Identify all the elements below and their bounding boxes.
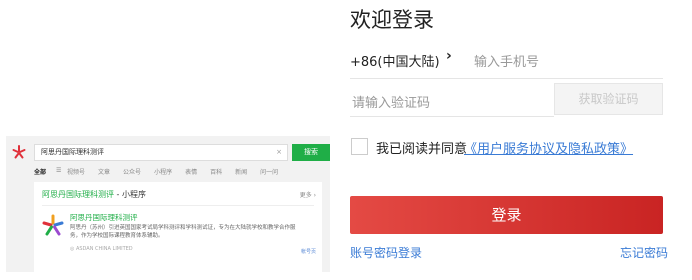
search-input[interactable]: 阿思丹国际理科测评 × (34, 144, 288, 161)
tab-ask[interactable]: 问一问 (260, 167, 278, 176)
tab-encyclopedia[interactable]: 百科 (210, 167, 222, 176)
card-title-text: 阿思丹国际理科测评 (42, 190, 114, 199)
tab-stickers[interactable]: 表情 (185, 167, 197, 176)
login-button[interactable]: 登录 (350, 196, 663, 234)
search-app-logo-icon (12, 145, 26, 159)
country-code-selector[interactable]: +86(中国大陆) (350, 51, 440, 70)
card-title[interactable]: 阿思丹国际理科测评 - 小程序 (42, 189, 146, 200)
divider (42, 205, 314, 206)
app-description: 阿思丹（苏州）引进英国国家考试局学科测评和学科测试证，专为在大陆就学校和教学合作… (70, 225, 296, 239)
phone-input[interactable]: 输入手机号 (474, 51, 539, 70)
get-code-button[interactable]: 获取验证码 (554, 83, 663, 115)
chevron-right-icon[interactable]: › (446, 48, 452, 64)
search-button[interactable]: 搜索 (292, 144, 330, 161)
password-login-link[interactable]: 账号密码登录 (350, 244, 422, 261)
company-name: ASDAN CHINA LIMITED (75, 246, 133, 252)
filter-icon[interactable]: ☰ (56, 167, 61, 174)
search-tabs: 全部 视频号 文章 公众号 小程序 表情 百科 新闻 问一问 (34, 167, 291, 176)
verification-code-input[interactable]: 请输入验证码 (352, 92, 430, 111)
tab-mini-programs[interactable]: 小程序 (154, 167, 172, 176)
clear-icon[interactable]: × (276, 145, 282, 160)
divider (350, 116, 554, 117)
tab-channels[interactable]: 视频号 (67, 167, 85, 176)
agree-checkbox[interactable] (351, 138, 368, 155)
card-title-suffix: - 小程序 (114, 190, 146, 199)
terms-link[interactable]: 《用户服务协议及隐私政策》 (464, 138, 633, 157)
tab-articles[interactable]: 文章 (98, 167, 110, 176)
tab-official-accounts[interactable]: 公众号 (123, 167, 141, 176)
search-result-thumbnail: 阿思丹国际理科测评 × 搜索 全部 视频号 文章 公众号 小程序 表情 百科 新… (6, 136, 330, 272)
mini-program-card[interactable]: 阿思丹国际理科测评 - 小程序 更多 › 阿思丹国际理科测评 阿思丹（苏州）引进… (34, 182, 322, 272)
agree-text: 我已阅读并同意 (376, 142, 468, 157)
app-tag[interactable]: 帐号页 (301, 248, 316, 255)
asdan-logo-icon (42, 214, 64, 236)
tab-news[interactable]: 新闻 (235, 167, 247, 176)
search-query: 阿思丹国际理科测评 (41, 148, 104, 156)
app-name[interactable]: 阿思丹国际理科测评 (70, 212, 138, 223)
tab-all[interactable]: 全部 (34, 167, 46, 176)
more-link[interactable]: 更多 › (300, 190, 316, 199)
app-company: ◎ ASDAN CHINA LIMITED (70, 246, 133, 252)
page-title: 欢迎登录 (350, 8, 434, 32)
divider (350, 78, 663, 79)
forgot-password-link[interactable]: 忘记密码 (620, 244, 668, 261)
